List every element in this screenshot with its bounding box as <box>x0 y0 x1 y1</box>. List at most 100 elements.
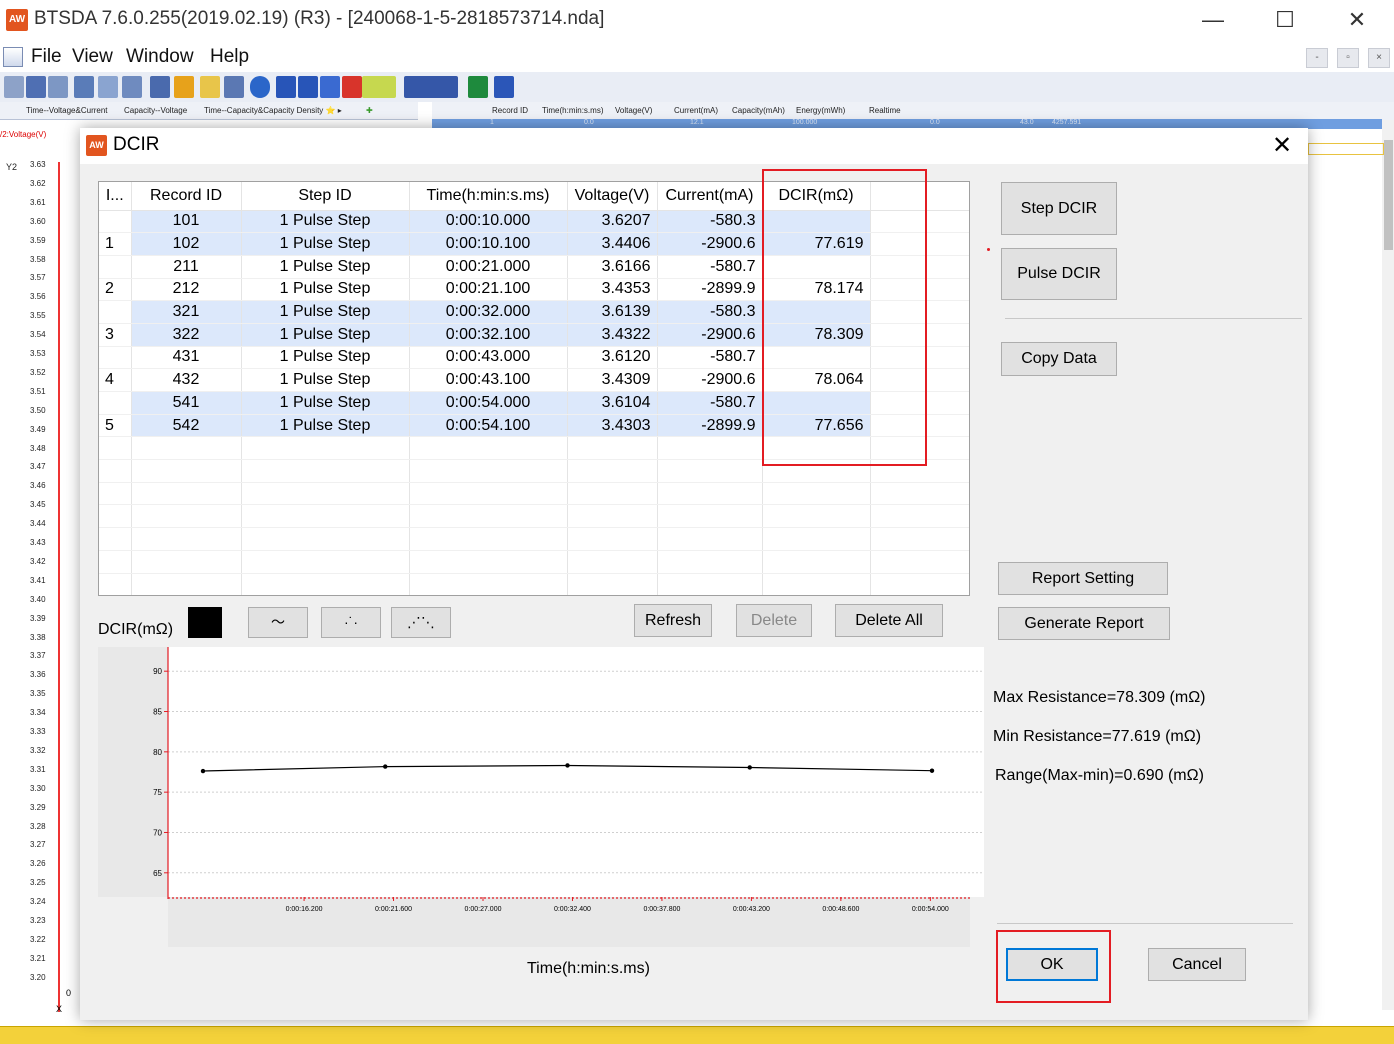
column-header-index[interactable]: I... <box>99 182 132 211</box>
undo-icon[interactable] <box>122 76 142 98</box>
cell-voltage: 3.4406 <box>567 232 658 256</box>
cell-empty <box>657 504 763 529</box>
cell-empty <box>567 550 658 574</box>
bg-axis-tick-label: 3.52 <box>30 367 46 377</box>
chart-y-tick-label: 70 <box>153 828 162 837</box>
bg-axis-tick-label: 3.59 <box>30 235 46 245</box>
cell-empty <box>567 459 658 483</box>
line-style-button[interactable]: 〜 <box>248 607 308 638</box>
cell-index <box>99 391 132 415</box>
cell-empty <box>870 504 969 529</box>
select-tool-icon[interactable] <box>4 76 24 98</box>
report-setting-button[interactable]: Report Setting <box>998 562 1168 595</box>
column-header-time[interactable]: Time(h:min:s.ms) <box>409 182 568 211</box>
step-dcir-button[interactable]: Step DCIR <box>1001 182 1117 235</box>
bg-y2-label: Y2 <box>6 162 18 172</box>
delete-all-button[interactable]: Delete All <box>835 604 943 637</box>
cell-empty <box>131 436 242 461</box>
bg-axis-tick-label: 3.53 <box>30 349 46 358</box>
mdi-close-button[interactable]: × <box>1368 48 1390 68</box>
table-view-icon[interactable] <box>404 76 458 98</box>
help-icon[interactable] <box>250 76 270 98</box>
rs-icon[interactable] <box>74 76 94 98</box>
mdi-restore-button[interactable]: ▫ <box>1337 48 1359 68</box>
cell-empty <box>131 527 242 551</box>
save-icon[interactable] <box>224 76 244 98</box>
cell-step-id: 1 Pulse Step <box>241 414 410 438</box>
cell-record-id: 101 <box>131 210 242 234</box>
chart-y-tick-label: 85 <box>153 708 162 717</box>
chart-tool-icon[interactable] <box>98 76 118 98</box>
back-arrow-icon[interactable] <box>276 76 296 98</box>
cell-index: 5 <box>99 414 132 438</box>
window-close-button[interactable]: ✕ <box>1334 4 1380 36</box>
series-color-swatch[interactable] <box>188 607 222 638</box>
bg-axis-tick-label: 3.42 <box>30 556 46 566</box>
copy-data-button[interactable]: Copy Data <box>1001 342 1117 376</box>
cell-empty <box>409 527 568 551</box>
window-maximize-button[interactable]: ☐ <box>1262 4 1308 36</box>
dot-style-button[interactable]: ·˙· <box>321 607 381 638</box>
export-icon[interactable] <box>320 76 340 98</box>
generate-report-button[interactable]: Generate Report <box>998 607 1170 640</box>
cell-empty <box>241 459 410 483</box>
add-tab-icon[interactable]: ✚ <box>366 106 373 115</box>
marker-icon[interactable] <box>342 76 362 98</box>
cell-empty <box>567 573 658 595</box>
delete-button[interactable]: Delete <box>736 604 812 637</box>
mdi-minimize-button[interactable]: - <box>1306 48 1328 68</box>
bg-axis-tick-label: 3.24 <box>30 897 46 907</box>
line-dot-style-button[interactable]: ⋰⋱ <box>391 607 451 638</box>
bg-axis-tick-label: 3.45 <box>30 500 46 510</box>
column-header-current[interactable]: Current(mA) <box>657 182 763 211</box>
bg-col-header: Realtime <box>869 106 901 115</box>
cell-time: 0:00:54.000 <box>409 391 568 415</box>
column-header-record-id[interactable]: Record ID <box>131 182 242 211</box>
cell-current: -580.7 <box>657 346 763 370</box>
cell-time: 0:00:32.000 <box>409 300 568 324</box>
cell-empty <box>409 573 568 595</box>
cell-empty <box>99 573 132 595</box>
forward-arrow-icon[interactable] <box>298 76 318 98</box>
language-icon[interactable] <box>494 76 514 98</box>
folder-icon[interactable] <box>200 76 220 98</box>
background-vertical-scrollbar[interactable] <box>1382 120 1394 1010</box>
refresh-button[interactable]: Refresh <box>634 604 712 637</box>
filter-icon[interactable] <box>174 76 194 98</box>
chart-x-axis-title: Time(h:min:s.ms) <box>527 960 650 977</box>
zoom-icon[interactable] <box>48 76 68 98</box>
bg-axis-tick-label: 3.22 <box>30 934 46 944</box>
column-header-voltage[interactable]: Voltage(V) <box>567 182 658 211</box>
cell-current: -2899.9 <box>657 278 763 302</box>
cell-empty <box>409 550 568 574</box>
cell-empty <box>99 527 132 551</box>
dialog-close-button[interactable]: ✕ <box>1264 130 1300 162</box>
excel-icon[interactable] <box>468 76 488 98</box>
bg-cell: 0.0 <box>584 119 594 126</box>
menu-window[interactable]: Window <box>126 46 194 68</box>
cell-index: 3 <box>99 323 132 347</box>
cell-time: 0:00:32.100 <box>409 323 568 347</box>
settings-icon[interactable] <box>362 76 396 98</box>
cell-empty <box>409 459 568 483</box>
scrollbar-thumb[interactable] <box>1384 140 1393 250</box>
cancel-button[interactable]: Cancel <box>1148 948 1246 981</box>
curve-icon[interactable] <box>150 76 170 98</box>
menu-help[interactable]: Help <box>210 46 249 68</box>
tab-time-voltage-current[interactable]: Time--Voltage&Current <box>26 106 108 115</box>
pulse-dcir-button[interactable]: Pulse DCIR <box>1001 248 1117 300</box>
menu-bar: File View Window Help <box>0 42 1394 72</box>
menu-file[interactable]: File <box>31 46 62 68</box>
window-minimize-button[interactable]: — <box>1190 4 1236 36</box>
pointer-icon[interactable] <box>26 76 46 98</box>
tab-capacity-voltage[interactable]: Capacity--Voltage <box>124 106 187 115</box>
bg-axis-tick-label: 3.47 <box>30 462 46 472</box>
bg-cell: 12.1 <box>690 119 704 126</box>
bg-x-label: X <box>56 1004 63 1014</box>
cell-empty <box>657 436 763 461</box>
cell-index: 4 <box>99 368 132 392</box>
cell-empty <box>99 504 132 529</box>
column-header-step-id[interactable]: Step ID <box>241 182 410 211</box>
tab-time-capacity-density[interactable]: Time--Capacity&Capacity Density ⭐ ▸ <box>204 106 342 115</box>
menu-view[interactable]: View <box>72 46 113 68</box>
